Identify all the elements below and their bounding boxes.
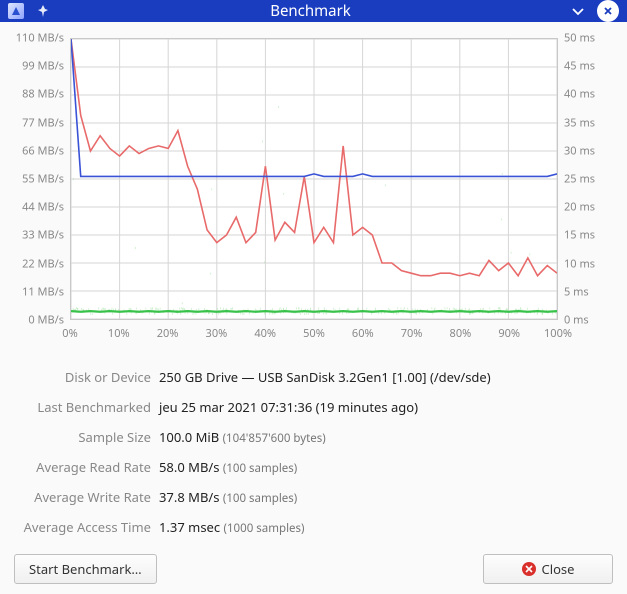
disk-label: Disk or Device — [14, 368, 159, 386]
titlebar-title: Benchmark — [54, 1, 567, 21]
write-value: 37.8 MB/s (100 samples) — [159, 488, 297, 506]
button-row: Start Benchmark… Close — [14, 542, 613, 584]
close-dialog-label: Close — [542, 560, 575, 578]
access-value: 1.37 msec (1000 samples) — [159, 518, 304, 536]
y-axis-right: 0 ms5 ms10 ms15 ms20 ms25 ms30 ms35 ms40… — [564, 32, 614, 342]
minimize-button[interactable] — [567, 0, 589, 22]
disk-value: 250 GB Drive — USB SanDisk 3.2Gen1 [1.00… — [159, 368, 491, 386]
info-row-write: Average Write Rate 37.8 MB/s (100 sample… — [14, 482, 613, 512]
content: 0 MB/s11 MB/s22 MB/s33 MB/s44 MB/s55 MB/… — [0, 22, 627, 594]
titlebar-left — [8, 0, 54, 22]
titlebar[interactable]: Benchmark — [0, 0, 627, 22]
info-row-read: Average Read Rate 58.0 MB/s (100 samples… — [14, 452, 613, 482]
chart-plot-area — [70, 38, 558, 320]
close-icon — [522, 562, 536, 576]
sample-value: 100.0 MiB (104'857'600 bytes) — [159, 428, 326, 446]
read-value: 58.0 MB/s (100 samples) — [159, 458, 297, 476]
read-label: Average Read Rate — [14, 458, 159, 476]
last-value: jeu 25 mar 2021 07:31:36 (19 minutes ago… — [159, 398, 418, 416]
access-label: Average Access Time — [14, 518, 159, 536]
titlebar-right — [567, 0, 619, 22]
info-row-last: Last Benchmarked jeu 25 mar 2021 07:31:3… — [14, 392, 613, 422]
write-label: Average Write Rate — [14, 488, 159, 506]
y-axis-left: 0 MB/s11 MB/s22 MB/s33 MB/s44 MB/s55 MB/… — [14, 32, 64, 342]
benchmark-chart: 0 MB/s11 MB/s22 MB/s33 MB/s44 MB/s55 MB/… — [14, 32, 614, 342]
last-label: Last Benchmarked — [14, 398, 159, 416]
x-axis: 0%10%20%30%40%50%60%70%80%90%100% — [70, 326, 558, 342]
info-row-sample: Sample Size 100.0 MiB (104'857'600 bytes… — [14, 422, 613, 452]
benchmark-window: Benchmark 0 MB/s11 MB/s22 MB/s33 MB/s44 … — [0, 0, 627, 580]
sample-label: Sample Size — [14, 428, 159, 446]
close-button[interactable] — [597, 0, 619, 22]
info-row-access: Average Access Time 1.37 msec (1000 samp… — [14, 512, 613, 542]
benchmark-info: Disk or Device 250 GB Drive — USB SanDis… — [14, 362, 613, 542]
info-row-disk: Disk or Device 250 GB Drive — USB SanDis… — [14, 362, 613, 392]
app-icon — [8, 3, 24, 19]
start-benchmark-label: Start Benchmark… — [29, 560, 142, 578]
pin-icon[interactable] — [32, 0, 54, 22]
